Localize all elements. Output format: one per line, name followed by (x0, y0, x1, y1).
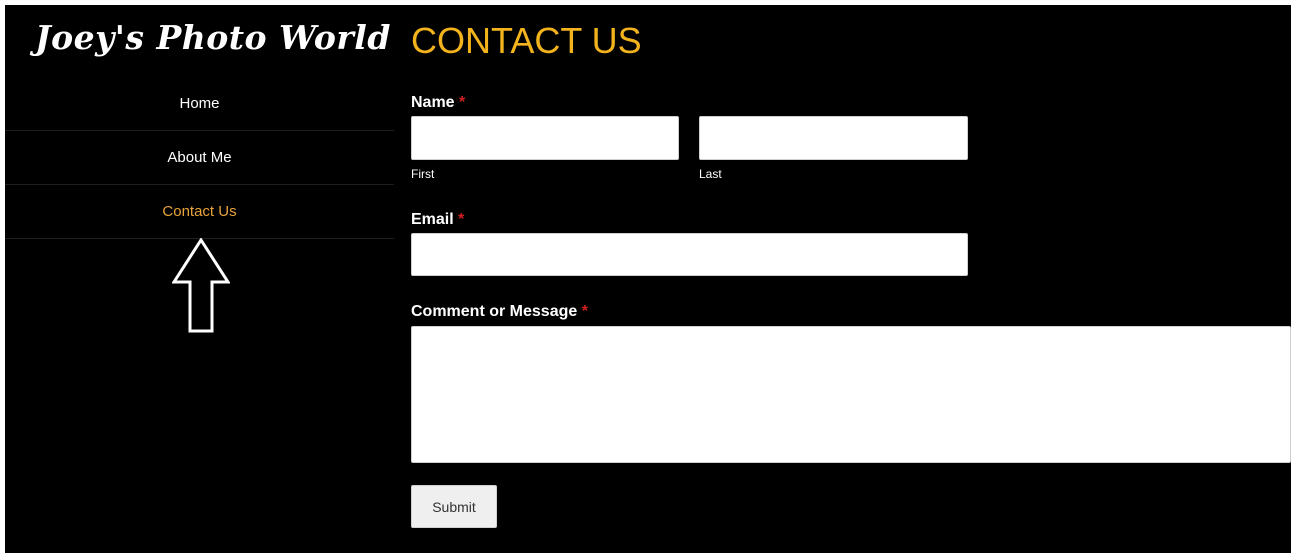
message-label-text: Comment or Message (411, 303, 578, 320)
nav-item-label: Contact Us (162, 203, 237, 220)
nav-item-about-me[interactable]: About Me (5, 131, 394, 185)
last-name-input[interactable] (699, 116, 968, 160)
page-frame: Joey's Photo World Home About Me Contact… (5, 5, 1291, 553)
submit-button[interactable]: Submit (411, 485, 497, 528)
email-label: Email * (411, 210, 464, 230)
first-name-sublabel: First (411, 167, 435, 181)
required-mark: * (459, 94, 466, 111)
nav-item-label: About Me (167, 149, 232, 166)
main-content: CONTACT US Name * First Last Email * Com… (411, 5, 1291, 553)
sidebar: Joey's Photo World Home About Me Contact… (5, 5, 394, 553)
site-logo[interactable]: Joey's Photo World (35, 11, 390, 65)
nav-item-contact-us[interactable]: Contact Us (5, 185, 394, 239)
email-label-text: Email (411, 211, 454, 228)
first-name-input[interactable] (411, 116, 679, 160)
last-name-sublabel: Last (699, 167, 722, 181)
nav-item-home[interactable]: Home (5, 77, 394, 131)
required-mark: * (458, 211, 465, 228)
required-mark: * (581, 303, 588, 320)
up-arrow-icon (172, 238, 230, 333)
name-label-text: Name (411, 94, 455, 111)
nav-item-label: Home (179, 95, 220, 112)
message-textarea[interactable] (411, 326, 1291, 463)
page-title: CONTACT US (411, 20, 642, 61)
message-label: Comment or Message * (411, 302, 588, 322)
email-field[interactable] (411, 233, 968, 276)
main-nav: Home About Me Contact Us (5, 77, 394, 239)
name-label: Name * (411, 93, 465, 113)
